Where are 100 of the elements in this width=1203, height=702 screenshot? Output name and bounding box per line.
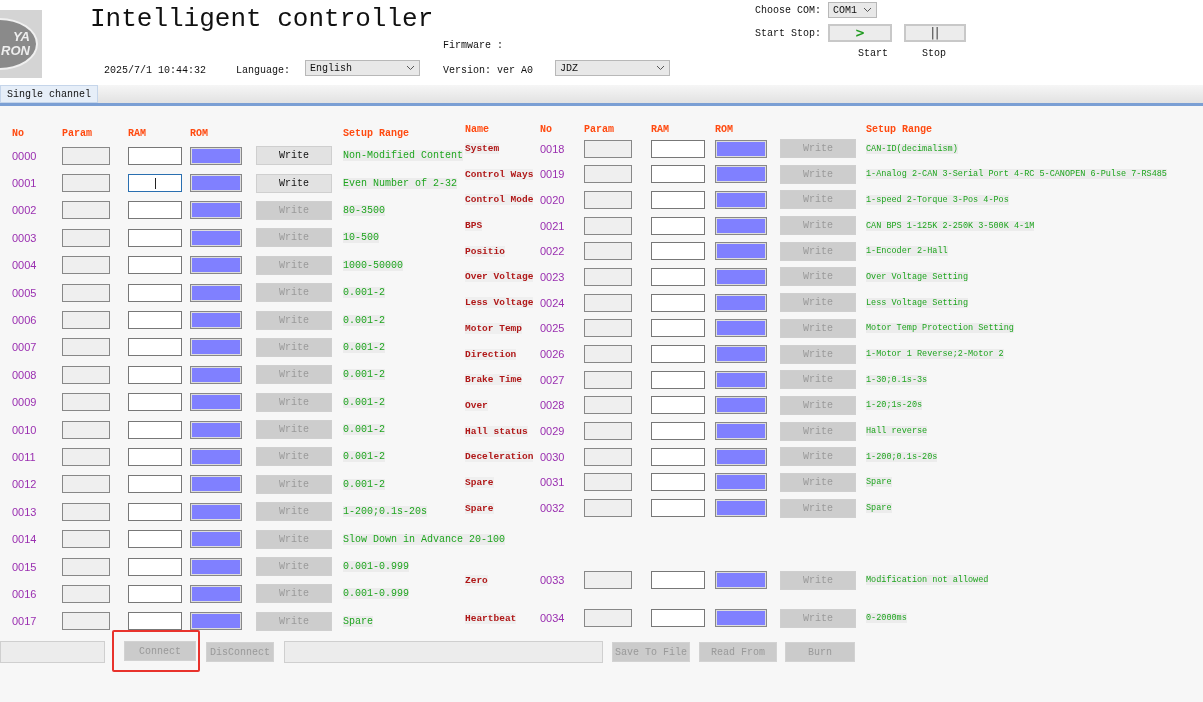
rom-field[interactable] bbox=[190, 393, 242, 412]
ram-field[interactable] bbox=[651, 396, 705, 415]
param-field[interactable] bbox=[584, 319, 632, 338]
rom-field[interactable] bbox=[715, 216, 767, 235]
ram-field[interactable] bbox=[128, 502, 182, 521]
rom-field[interactable] bbox=[715, 396, 767, 415]
tab[interactable]: Single channel bbox=[0, 85, 98, 103]
rom-field[interactable] bbox=[715, 370, 767, 389]
param-field[interactable] bbox=[584, 396, 632, 415]
rom-field[interactable] bbox=[190, 420, 242, 439]
ram-field[interactable] bbox=[128, 256, 182, 275]
write-button[interactable]: Write bbox=[256, 146, 332, 166]
ram-field[interactable] bbox=[651, 370, 705, 389]
param-field[interactable] bbox=[62, 502, 110, 521]
rom-field[interactable] bbox=[715, 571, 767, 589]
ram-field[interactable] bbox=[651, 473, 705, 492]
ram-field[interactable] bbox=[128, 283, 182, 302]
param-field[interactable] bbox=[62, 201, 110, 220]
param-field[interactable] bbox=[62, 256, 110, 275]
language-select[interactable]: English bbox=[305, 60, 420, 76]
param-field[interactable] bbox=[584, 345, 632, 364]
rom-field[interactable] bbox=[715, 242, 767, 261]
rom-field[interactable] bbox=[715, 319, 767, 338]
rom-field[interactable] bbox=[190, 201, 242, 220]
ram-field[interactable] bbox=[651, 571, 705, 589]
param-field[interactable] bbox=[62, 612, 110, 631]
param-field[interactable] bbox=[62, 420, 110, 439]
rom-field[interactable] bbox=[190, 557, 242, 576]
ram-field[interactable] bbox=[651, 345, 705, 364]
ram-field[interactable] bbox=[128, 338, 182, 357]
param-field[interactable] bbox=[584, 139, 632, 158]
rom-field[interactable] bbox=[190, 475, 242, 494]
ram-field[interactable] bbox=[651, 165, 705, 184]
ram-field[interactable] bbox=[128, 174, 182, 193]
rom-field[interactable] bbox=[190, 365, 242, 384]
stop-button[interactable]: || bbox=[904, 24, 966, 42]
rom-field[interactable] bbox=[190, 502, 242, 521]
rom-field[interactable] bbox=[715, 293, 767, 312]
param-field[interactable] bbox=[62, 365, 110, 384]
ram-field[interactable] bbox=[128, 584, 182, 603]
ram-field[interactable] bbox=[651, 139, 705, 158]
param-field[interactable] bbox=[62, 557, 110, 576]
param-field[interactable] bbox=[584, 267, 632, 286]
param-field[interactable] bbox=[584, 370, 632, 389]
ram-field[interactable] bbox=[651, 190, 705, 209]
param-field[interactable] bbox=[584, 216, 632, 235]
param-field[interactable] bbox=[584, 447, 632, 466]
rom-field[interactable] bbox=[190, 256, 242, 275]
model-select[interactable]: JDZ bbox=[555, 60, 670, 76]
param-field[interactable] bbox=[584, 190, 632, 209]
ram-field[interactable] bbox=[651, 447, 705, 466]
rom-field[interactable] bbox=[190, 228, 242, 247]
ram-field[interactable] bbox=[651, 499, 705, 518]
ram-field[interactable] bbox=[128, 393, 182, 412]
param-field[interactable] bbox=[62, 283, 110, 302]
ram-field[interactable] bbox=[128, 557, 182, 576]
param-field[interactable] bbox=[584, 473, 632, 492]
rom-field[interactable] bbox=[715, 345, 767, 364]
rom-field[interactable] bbox=[715, 609, 767, 627]
param-field[interactable] bbox=[62, 146, 110, 165]
param-field[interactable] bbox=[62, 448, 110, 466]
param-field[interactable] bbox=[62, 174, 110, 193]
ram-field[interactable] bbox=[651, 242, 705, 261]
ram-field[interactable] bbox=[128, 530, 182, 549]
rom-field[interactable] bbox=[190, 448, 242, 466]
ram-field[interactable] bbox=[651, 267, 705, 286]
ram-field[interactable] bbox=[128, 420, 182, 439]
rom-field[interactable] bbox=[715, 190, 767, 209]
param-field[interactable] bbox=[62, 393, 110, 412]
rom-field[interactable] bbox=[715, 139, 767, 158]
param-field[interactable] bbox=[584, 571, 632, 589]
rom-field[interactable] bbox=[190, 338, 242, 357]
rom-field[interactable] bbox=[715, 473, 767, 492]
ram-field[interactable] bbox=[128, 365, 182, 384]
rom-field[interactable] bbox=[190, 174, 242, 193]
param-field[interactable] bbox=[584, 242, 632, 261]
ram-field[interactable] bbox=[651, 319, 705, 338]
rom-field[interactable] bbox=[715, 422, 767, 441]
param-field[interactable] bbox=[584, 293, 632, 312]
rom-field[interactable] bbox=[715, 447, 767, 466]
rom-field[interactable] bbox=[715, 267, 767, 286]
rom-field[interactable] bbox=[715, 499, 767, 518]
param-field[interactable] bbox=[62, 475, 110, 494]
path-field[interactable] bbox=[284, 641, 603, 663]
param-field[interactable] bbox=[584, 165, 632, 184]
ram-field[interactable] bbox=[128, 201, 182, 220]
ram-field[interactable] bbox=[651, 293, 705, 312]
param-field[interactable] bbox=[62, 338, 110, 357]
rom-field[interactable] bbox=[190, 530, 242, 549]
ram-field[interactable] bbox=[128, 311, 182, 330]
ram-field[interactable] bbox=[128, 228, 182, 247]
param-field[interactable] bbox=[584, 609, 632, 627]
rom-field[interactable] bbox=[190, 146, 242, 165]
rom-field[interactable] bbox=[715, 165, 767, 184]
ram-field[interactable] bbox=[128, 612, 182, 631]
rom-field[interactable] bbox=[190, 612, 242, 631]
rom-field[interactable] bbox=[190, 283, 242, 302]
param-field[interactable] bbox=[62, 311, 110, 330]
write-button[interactable]: Write bbox=[256, 173, 332, 193]
rom-field[interactable] bbox=[190, 584, 242, 603]
